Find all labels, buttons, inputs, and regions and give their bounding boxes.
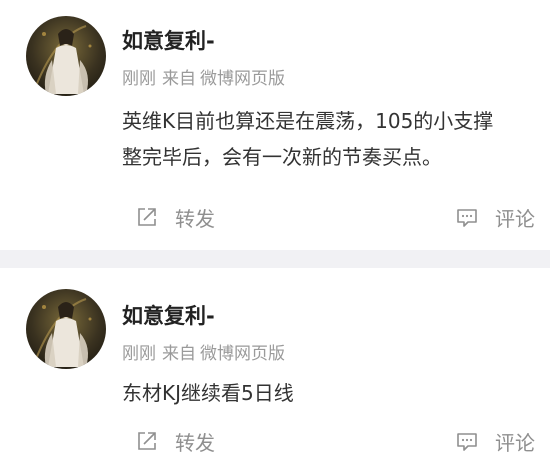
post-time[interactable]: 刚刚 [122,69,156,89]
post-card: 如意复利- 刚刚 来自 微博网页版 东材KJ继续看5日线 转发 评论 [0,268,550,459]
avatar-image [26,16,106,96]
post-actions: 转发 评论 [0,423,550,459]
username[interactable]: 如意复利- [122,25,215,55]
source-prefix: 来自 [162,344,196,364]
source-prefix: 来自 [162,69,196,89]
username[interactable]: 如意复利- [122,300,215,330]
comment-icon [455,429,479,453]
post-actions: 转发 评论 [0,199,550,235]
post-meta: 刚刚 来自 微博网页版 [122,64,291,89]
weibo-feed: 如意复利- 刚刚 来自 微博网页版 英维K目前也算还是在震荡，105的小支撑 整完毕… [0,0,550,459]
post-content: 东材KJ继续看5日线 [122,375,550,411]
repost-button[interactable]: 转发 [135,423,215,459]
post-source[interactable]: 微博网页版 [200,344,285,364]
post-meta: 刚刚 来自 微博网页版 [122,339,291,364]
post-card: 如意复利- 刚刚 来自 微博网页版 英维K目前也算还是在震荡，105的小支撑 整完毕… [0,0,550,250]
post-divider [0,250,550,268]
comment-label: 评论 [495,206,535,231]
repost-label: 转发 [175,206,215,231]
post-time[interactable]: 刚刚 [122,344,156,364]
repost-button[interactable]: 转发 [135,199,215,235]
repost-label: 转发 [175,430,215,455]
comment-button[interactable]: 评论 [455,423,535,459]
comment-button[interactable]: 评论 [455,199,535,235]
avatar-image [26,289,106,369]
repost-icon [135,429,159,453]
post-content: 英维K目前也算还是在震荡，105的小支撑 整完毕后，会有一次新的节奏买点。 [122,103,550,175]
content-line: 东材KJ继续看5日线 [122,381,294,405]
content-line: 英维K目前也算还是在震荡，105的小支撑 [122,109,494,133]
content-line: 整完毕后，会有一次新的节奏买点。 [122,145,442,169]
user-avatar[interactable] [26,289,106,369]
user-avatar[interactable] [26,16,106,96]
repost-icon [135,205,159,229]
comment-icon [455,205,479,229]
post-source[interactable]: 微博网页版 [200,69,285,89]
comment-label: 评论 [495,430,535,455]
